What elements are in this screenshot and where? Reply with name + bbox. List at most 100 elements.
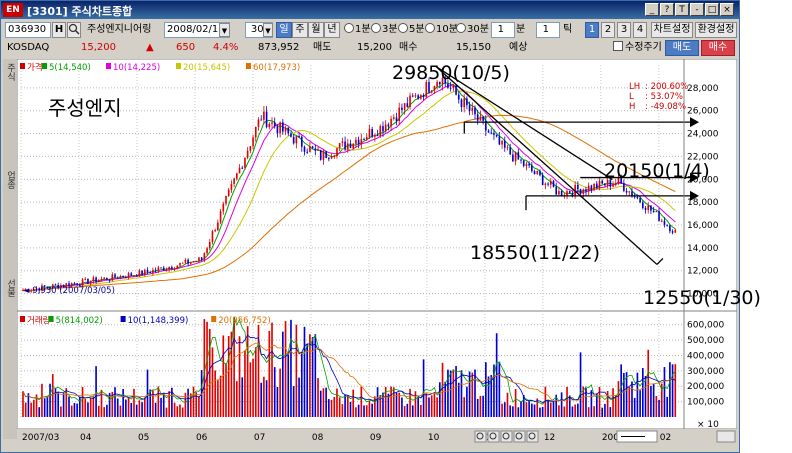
layout-1-button[interactable]: 1 [585, 22, 599, 38]
volume-bar [579, 352, 582, 417]
candle-body [382, 126, 384, 132]
volume-bar [311, 337, 314, 417]
tab-month[interactable]: 월 [308, 22, 324, 38]
buy-button[interactable]: 매수 [701, 40, 735, 56]
volume-bar [365, 405, 368, 417]
volume-bar [428, 397, 430, 417]
search-icon [68, 23, 80, 35]
help-button[interactable]: ? [660, 3, 674, 16]
layout-2-button[interactable]: 2 [601, 22, 615, 38]
candle-body [171, 267, 173, 270]
volume-bar [65, 388, 68, 417]
candle-body [173, 268, 176, 270]
radio-5min[interactable]: 5분 [398, 23, 425, 37]
candle-body [479, 116, 482, 121]
radio-1min[interactable]: 1분 [344, 23, 371, 37]
candle-body [236, 173, 238, 179]
volume-bar [87, 402, 89, 417]
chevron-down-icon[interactable]: ▼ [219, 23, 230, 37]
volume-bar [403, 406, 406, 417]
layout-3-button[interactable]: 3 [617, 22, 631, 38]
candle-body [217, 222, 219, 231]
volume-bar [357, 404, 360, 417]
volume-bar [62, 393, 65, 417]
volume-bar [639, 390, 641, 417]
price-tick-label: 16,000 [687, 221, 719, 231]
volume-bar [81, 386, 84, 417]
layout-4-button[interactable]: 4 [633, 22, 647, 38]
radio-10min[interactable]: 10분 [425, 23, 458, 37]
radio-30min[interactable]: 30분 [456, 23, 489, 37]
volume-bar [549, 402, 552, 417]
stock-chart[interactable]: 10,00012,00014,00016,00018,00020,00022,0… [16, 58, 738, 444]
volume-bar [463, 397, 465, 417]
volume-bar [547, 399, 549, 417]
tick-count-input[interactable]: 1 [536, 22, 560, 38]
side-tab-sector[interactable]: 업종 [3, 171, 17, 189]
volume-bar [577, 403, 579, 417]
candle-body [176, 265, 179, 269]
env-settings-button[interactable]: 환경설정 [695, 22, 737, 38]
volume-bar [647, 349, 650, 417]
volume-bar [449, 370, 452, 417]
manual-cycle-checkbox[interactable]: 수정주기 [613, 41, 662, 55]
minimize-button[interactable]: _ [645, 3, 659, 16]
close-button[interactable]: × [720, 3, 734, 16]
range-box-label: LH [629, 82, 640, 92]
chart-area[interactable]: 10,000 12,000 14,000 16,000 18,000 20,000 22,0… [16, 58, 738, 444]
candle-body [566, 191, 568, 196]
volume-bar [176, 406, 179, 417]
volume-bar [79, 396, 81, 417]
candle-body [103, 277, 106, 279]
candle-body [271, 122, 273, 124]
side-tab-stock[interactable]: 주식 [3, 63, 17, 81]
tab-year[interactable]: 년 [324, 22, 340, 38]
search-button[interactable] [67, 22, 81, 38]
candle-body [644, 207, 647, 210]
candle-body [298, 136, 300, 138]
volume-bar [233, 317, 235, 417]
side-tab-futures[interactable]: 선물 [3, 279, 17, 297]
candle-body [225, 195, 227, 204]
candle-body [449, 87, 452, 89]
candle-body [658, 211, 660, 222]
candle-body [558, 191, 560, 195]
volume-bar [149, 389, 152, 417]
text-button[interactable]: T [675, 3, 689, 16]
maximize-button[interactable]: □ [705, 3, 719, 16]
volume-bar [284, 321, 287, 417]
tab-day[interactable]: 일 [276, 22, 292, 38]
candle-body [252, 137, 254, 147]
tick-label: 틱 [563, 24, 573, 35]
history-button[interactable]: H [52, 22, 66, 38]
volume-bar [671, 364, 674, 417]
candle-body [138, 270, 141, 277]
candle-body [141, 270, 143, 275]
radio-3min[interactable]: 3분 [371, 23, 398, 37]
candle-body [392, 117, 395, 119]
candle-body [379, 126, 382, 137]
volume-bar [563, 406, 566, 417]
chart-type-icon [526, 430, 539, 443]
candle-body [290, 133, 292, 137]
candle-body [160, 267, 162, 269]
shrink-button[interactable]: - [690, 3, 704, 16]
chart-settings-button[interactable]: 차트설정 [651, 22, 693, 38]
candle-body [582, 189, 585, 194]
candle-body [306, 151, 309, 153]
candle-body [300, 136, 303, 147]
volume-bar [336, 388, 338, 417]
count-spinner[interactable]: ▼ [263, 23, 273, 37]
sell-button[interactable]: 매도 [665, 40, 699, 56]
candle-body [568, 191, 571, 193]
candle-body [111, 274, 114, 281]
candle-body [92, 277, 95, 282]
price-tick-label: 24,000 [687, 130, 719, 140]
stock-name: 주성엔지니어링 [87, 24, 152, 35]
tab-week[interactable]: 주 [292, 22, 308, 38]
candle-body [189, 262, 192, 264]
volume-bar [322, 388, 325, 417]
minute-count-input[interactable]: 1 [491, 22, 515, 38]
volume-bar [238, 336, 241, 417]
stock-code-input[interactable]: 036930 [5, 22, 51, 38]
